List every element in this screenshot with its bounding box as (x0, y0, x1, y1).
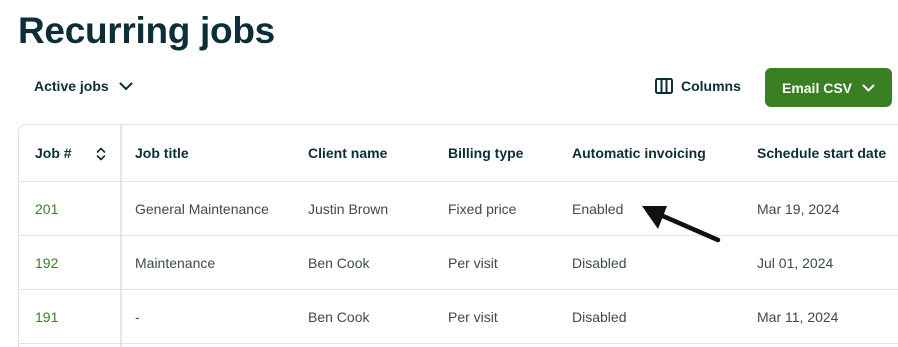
job-number-link[interactable]: 201 (35, 182, 58, 235)
table-header-row: Job # Job title Client name Billing type… (19, 125, 898, 182)
schedule-start-date-cell: Mar 19, 2024 (757, 200, 840, 217)
chevron-down-icon (862, 84, 875, 91)
active-jobs-filter-dropdown[interactable]: Active jobs (34, 78, 133, 94)
recurring-jobs-table: Job # Job title Client name Billing type… (18, 124, 898, 347)
automatic-invoicing-cell: Disabled (572, 308, 627, 325)
column-header-schedule-start-date[interactable]: Schedule start date (757, 125, 886, 181)
job-number-link[interactable]: 191 (35, 290, 58, 343)
column-header-job-number[interactable]: Job # (35, 125, 72, 181)
schedule-start-date-cell: Mar 11, 2024 (757, 308, 839, 325)
annotation-arrow-icon (642, 206, 721, 243)
billing-type-cell: Per visit (448, 254, 498, 271)
billing-type-cell: Fixed price (448, 200, 517, 217)
email-csv-label: Email CSV (781, 79, 853, 96)
job-title-cell: General Maintenance (135, 200, 269, 217)
column-header-job-title[interactable]: Job title (135, 125, 189, 181)
client-name-cell: Ben Cook (308, 254, 370, 271)
filter-label: Active jobs (34, 78, 109, 94)
automatic-invoicing-cell: Enabled (572, 200, 624, 217)
column-header-billing-type[interactable]: Billing type (448, 125, 523, 181)
recurring-jobs-page: Recurring jobs Active jobs Columns Email… (0, 0, 898, 347)
job-title-cell: Maintenance (135, 254, 216, 271)
schedule-start-date-cell: Jul 01, 2024 (757, 254, 834, 271)
column-header-client-name[interactable]: Client name (308, 125, 387, 181)
table-row[interactable]: 201 General Maintenance Justin Brown Fix… (19, 182, 898, 236)
client-name-cell: Ben Cook (308, 308, 370, 325)
table-row[interactable]: 192 Maintenance Ben Cook Per visit Disab… (19, 236, 898, 290)
email-csv-button[interactable]: Email CSV (765, 68, 892, 107)
columns-icon (655, 78, 673, 94)
job-number-link[interactable]: 192 (35, 236, 58, 289)
column-header-automatic-invoicing[interactable]: Automatic invoicing (572, 125, 706, 181)
table-row[interactable]: 191 - Ben Cook Per visit Disabled Mar 11… (19, 290, 898, 344)
chevron-down-icon (119, 82, 133, 90)
page-title: Recurring jobs (18, 10, 275, 51)
client-name-cell: Justin Brown (308, 200, 389, 217)
columns-button[interactable]: Columns (655, 78, 741, 94)
automatic-invoicing-cell: Disabled (572, 254, 627, 271)
sort-icon[interactable] (96, 147, 106, 161)
sticky-column-divider (120, 125, 123, 347)
billing-type-cell: Per visit (448, 308, 498, 325)
columns-label: Columns (681, 78, 741, 94)
job-title-cell: - (135, 308, 140, 325)
